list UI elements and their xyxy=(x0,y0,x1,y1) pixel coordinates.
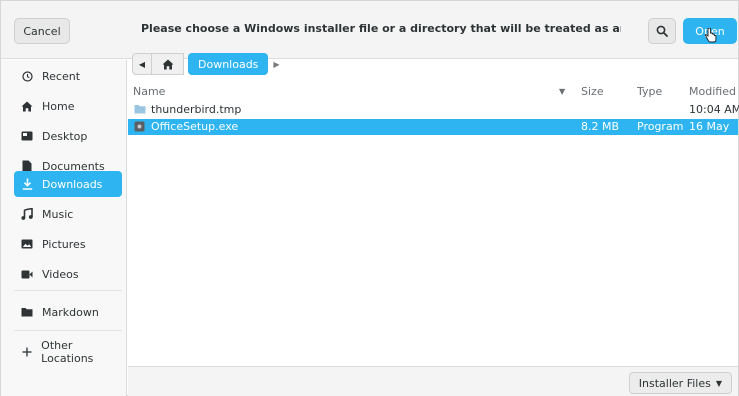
sidebar-separator xyxy=(14,290,122,291)
chevron-right-icon: ▶ xyxy=(273,59,280,69)
plus-icon xyxy=(21,346,32,358)
sidebar-item-videos[interactable]: Videos xyxy=(14,261,122,287)
sidebar-item-label: Videos xyxy=(42,267,79,281)
sidebar-item-pictures[interactable]: Pictures xyxy=(14,231,122,257)
download-icon xyxy=(21,178,33,190)
sidebar-separator xyxy=(14,330,122,331)
file-row[interactable]: thunderbird.tmp 10:04 AM xyxy=(128,102,739,118)
file-modified: 16 May xyxy=(689,120,730,133)
cancel-button[interactable]: Cancel xyxy=(14,18,70,44)
sidebar-item-label: Other Locations xyxy=(41,339,94,365)
dialog-footer: Installer Files ▼ xyxy=(128,366,738,396)
path-back-button[interactable]: ◀ xyxy=(132,53,152,75)
home-icon xyxy=(162,59,173,69)
file-row-selected[interactable]: OfficeSetup.exe 8.2 MB Program 16 May xyxy=(128,119,738,135)
sidebar-item-label: Downloads xyxy=(42,177,103,191)
column-modified-header[interactable]: Modified xyxy=(689,85,736,98)
clock-icon xyxy=(21,70,33,82)
sidebar-item-downloads[interactable]: Downloads xyxy=(14,171,122,197)
video-icon xyxy=(21,268,33,280)
column-size-header[interactable]: Size xyxy=(581,85,604,98)
sidebar-item-label: Desktop xyxy=(42,129,88,143)
file-filter-dropdown[interactable]: Installer Files ▼ xyxy=(628,372,732,394)
sidebar-item-label: Home xyxy=(42,99,75,113)
folder-icon xyxy=(21,306,33,318)
sidebar-item-label: Recent xyxy=(42,69,81,83)
header-bar: Cancel Please choose a Windows installer… xyxy=(1,1,738,59)
sidebar-item-recent[interactable]: Recent xyxy=(14,63,122,89)
dialog-title: Please choose a Windows installer file o… xyxy=(141,22,621,35)
path-forward-button[interactable]: ▶ xyxy=(268,53,284,75)
pictures-icon xyxy=(21,238,33,250)
folder-icon xyxy=(134,104,146,117)
hand-pointer-icon xyxy=(704,28,717,43)
chevron-left-icon: ◀ xyxy=(138,59,146,69)
places-sidebar: Recent Home Desktop Documents Downloads xyxy=(1,60,127,396)
home-icon xyxy=(21,100,33,112)
file-name: thunderbird.tmp xyxy=(151,103,242,116)
sidebar-item-label: Pictures xyxy=(42,237,86,251)
sidebar-item-music[interactable]: Music xyxy=(14,201,122,227)
sidebar-item-label: Music xyxy=(42,207,74,221)
file-type: Program xyxy=(637,120,684,133)
sidebar-item-markdown[interactable]: Markdown xyxy=(14,299,122,325)
column-name-header[interactable]: Name xyxy=(133,85,165,98)
column-type-header[interactable]: Type xyxy=(637,85,662,98)
sidebar-item-home[interactable]: Home xyxy=(14,93,122,119)
music-icon xyxy=(21,208,33,220)
path-home-button[interactable] xyxy=(152,53,184,75)
search-icon xyxy=(656,25,668,37)
sidebar-item-other-locations[interactable]: Other Locations xyxy=(14,339,122,365)
sort-down-icon: ▼ xyxy=(559,87,566,96)
executable-icon xyxy=(134,121,145,135)
desktop-icon xyxy=(21,130,33,142)
file-size: 8.2 MB xyxy=(581,120,620,133)
search-button[interactable] xyxy=(648,18,676,44)
chevron-down-icon: ▼ xyxy=(715,378,722,388)
sidebar-item-desktop[interactable]: Desktop xyxy=(14,123,122,149)
path-bar: ◀ Downloads ▶ xyxy=(132,52,284,76)
sidebar-item-label: Markdown xyxy=(42,305,99,319)
file-modified: 10:04 AM xyxy=(689,103,739,116)
file-name: OfficeSetup.exe xyxy=(151,120,239,133)
file-chooser-dialog: Cancel Please choose a Windows installer… xyxy=(0,0,739,396)
file-list-header: Name ▼ Size Type Modified xyxy=(128,83,738,103)
file-filter-label: Installer Files xyxy=(638,376,711,390)
path-downloads-button[interactable]: Downloads xyxy=(188,53,269,75)
